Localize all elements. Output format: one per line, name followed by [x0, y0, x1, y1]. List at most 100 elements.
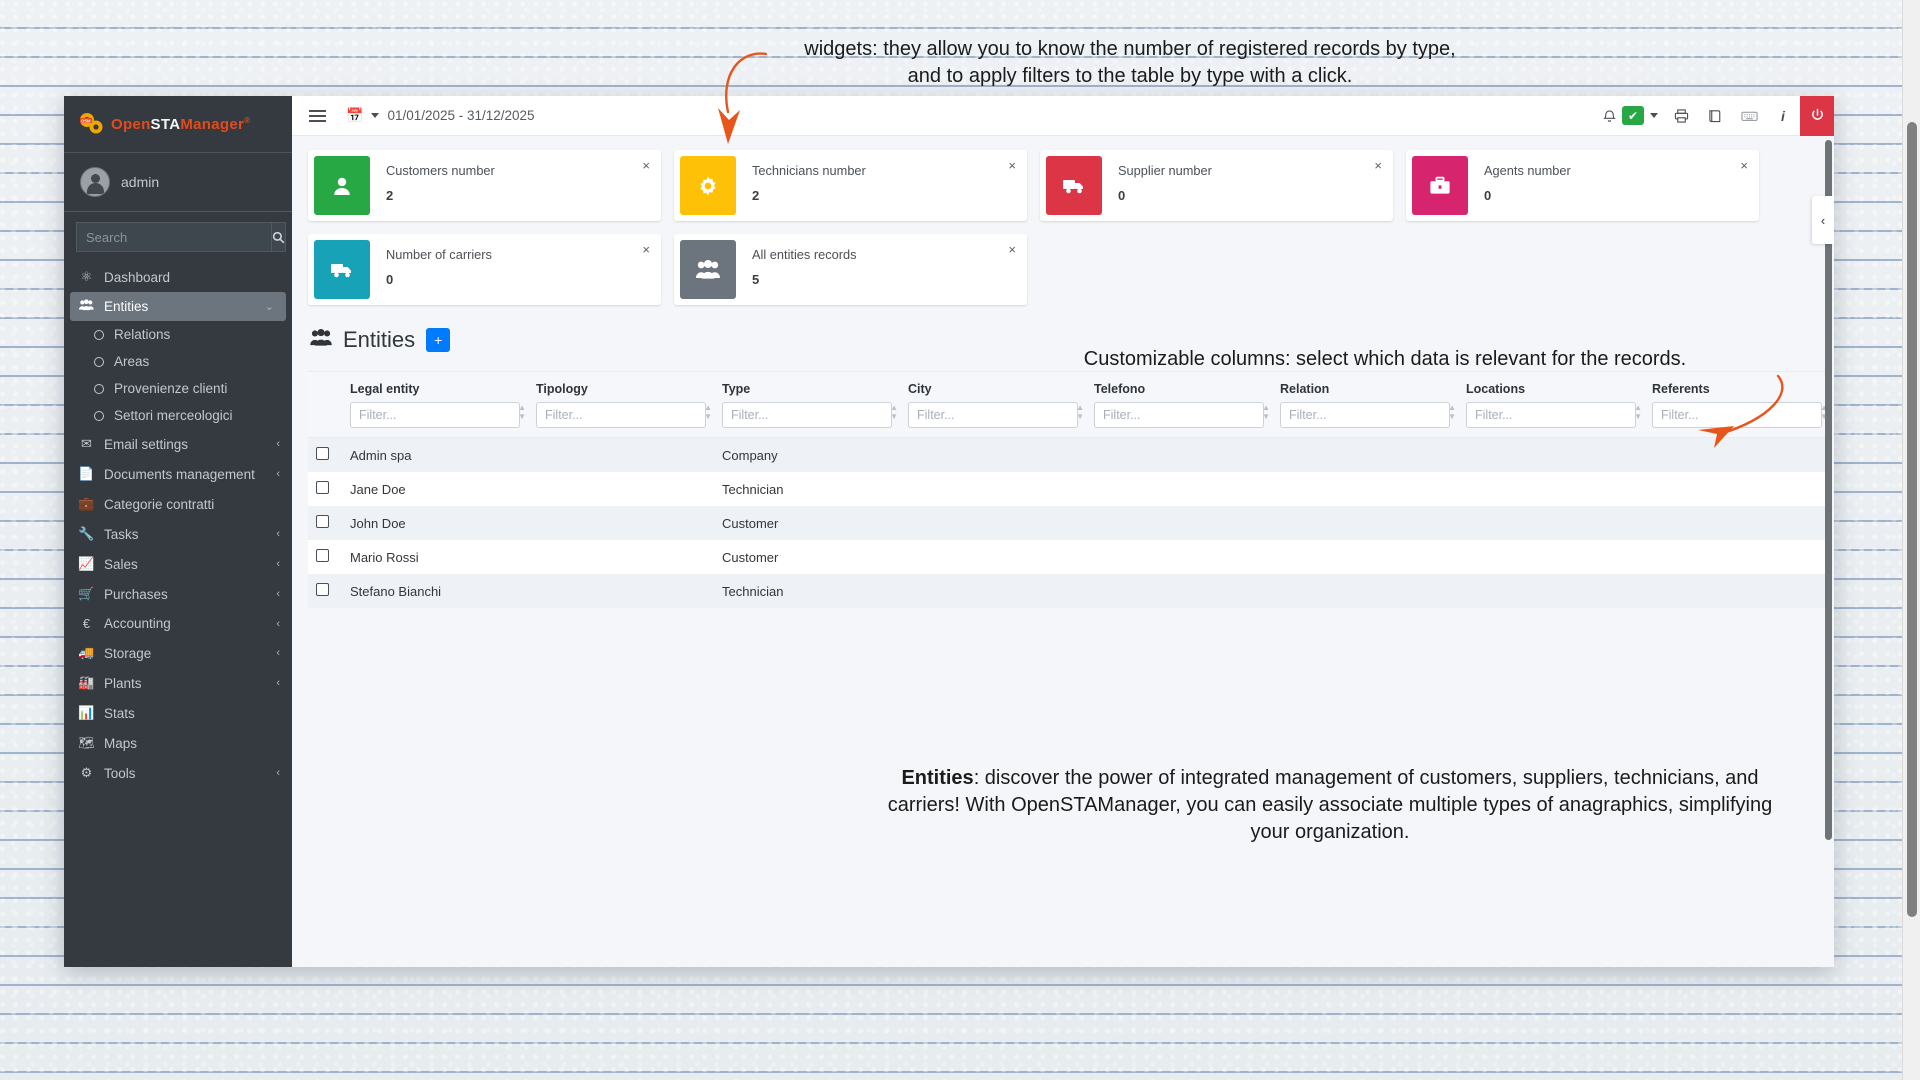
sidebar-item-label: Maps	[104, 735, 138, 751]
openstamanager-gear-logo-icon: OSM	[78, 111, 104, 137]
column-city[interactable]: City ▲▼	[900, 371, 1086, 438]
cell-legal-entity: John Doe	[350, 515, 406, 531]
sidebar-item-settori-merceologici[interactable]: Settori merceologici	[64, 402, 292, 429]
column-tipology[interactable]: Tipology ▲▼	[528, 371, 714, 438]
sidebar-item-plants[interactable]: 🏭 Plants ‹	[64, 668, 292, 698]
column-telefono[interactable]: Telefono ▲▼	[1086, 371, 1272, 438]
add-entity-button[interactable]: +	[426, 328, 451, 352]
sidebar-item-tasks[interactable]: 🔧 Tasks ‹	[64, 519, 292, 549]
scrollbar-thumb[interactable]	[1907, 122, 1917, 917]
filter-input-relation[interactable]	[1280, 402, 1450, 428]
search-icon[interactable]	[271, 222, 286, 252]
sidebar-item-purchases[interactable]: 🛒 Purchases ‹	[64, 579, 292, 609]
date-range-picker[interactable]: 📅 01/01/2025 - 31/12/2025	[346, 107, 535, 124]
sort-icon[interactable]: ▲▼	[1448, 404, 1456, 421]
sidebar-item-dashboard[interactable]: ⚛ Dashboard	[64, 262, 292, 292]
info-icon[interactable]: i	[1766, 96, 1800, 136]
table-row[interactable]: Mario Rossi Customer	[308, 540, 1830, 574]
close-icon[interactable]: ×	[1740, 159, 1748, 172]
filter-input-legal-entity[interactable]	[350, 402, 520, 428]
sidebar-item-areas[interactable]: Areas	[64, 348, 292, 375]
sidebar-item-stats[interactable]: 📊 Stats	[64, 698, 292, 728]
filter-input-telefono[interactable]	[1094, 402, 1264, 428]
browser-scrollbar[interactable]	[1902, 0, 1920, 1080]
sidebar-item-storage[interactable]: 🚚 Storage ‹	[64, 638, 292, 668]
chart-line-icon: 📈	[78, 556, 95, 571]
sidebar-item-maps[interactable]: 🗺 Maps	[64, 728, 292, 758]
close-icon[interactable]: ×	[1008, 159, 1016, 172]
keyboard-icon[interactable]	[1732, 96, 1766, 136]
cell-tipology	[528, 472, 714, 506]
filter-input-city[interactable]	[908, 402, 1078, 428]
column-type[interactable]: Type ▲▼	[714, 371, 900, 438]
circle-icon	[94, 356, 104, 367]
row-checkbox[interactable]	[316, 583, 329, 596]
column-referents[interactable]: Referents ▲▼	[1644, 371, 1830, 438]
close-icon[interactable]: ×	[642, 243, 650, 256]
sort-icon[interactable]: ▲▼	[704, 404, 712, 421]
wrench-icon: 🔧	[78, 526, 95, 541]
sort-icon[interactable]: ▲▼	[890, 404, 898, 421]
filter-input-type[interactable]	[722, 402, 892, 428]
annotation-columns: Customizable columns: select which data …	[1083, 348, 1687, 370]
cell-city	[900, 438, 1086, 473]
power-icon[interactable]	[1800, 96, 1834, 136]
brand-logo-row[interactable]: OSM OpenSTAManager®	[64, 96, 292, 153]
panel-collapse-toggle[interactable]: ‹	[1812, 196, 1834, 244]
widget-number-of-carriers[interactable]: Number of carriers 0 ×	[308, 234, 661, 305]
table-row[interactable]: Jane Doe Technician	[308, 472, 1830, 506]
sidebar-user-row[interactable]: admin	[64, 153, 292, 212]
widget-title: Number of carriers	[386, 247, 492, 262]
sidebar-item-accounting[interactable]: € Accounting ‹	[64, 609, 292, 638]
cell-tipology	[528, 574, 714, 608]
row-checkbox[interactable]	[316, 447, 329, 460]
close-icon[interactable]: ×	[642, 159, 650, 172]
bell-icon[interactable]	[1592, 96, 1626, 136]
row-checkbox[interactable]	[316, 549, 329, 562]
printer-icon[interactable]	[1664, 96, 1698, 136]
widget-supplier-number[interactable]: Supplier number 0 ×	[1040, 150, 1393, 221]
user-icon	[314, 156, 370, 215]
sidebar-item-provenienze-clienti[interactable]: Provenienze clienti	[64, 375, 292, 402]
table-row[interactable]: Stefano Bianchi Technician	[308, 574, 1830, 608]
filter-input-tipology[interactable]	[536, 402, 706, 428]
sidebar-item-tools[interactable]: ⚙ Tools ‹	[64, 758, 292, 788]
sort-icon[interactable]: ▲▼	[1076, 404, 1084, 421]
table-row[interactable]: Admin spa Company	[308, 437, 1830, 473]
widget-customers-number[interactable]: Customers number 2 ×	[308, 150, 661, 221]
sort-icon[interactable]: ▲▼	[1634, 404, 1642, 421]
book-icon[interactable]	[1698, 96, 1732, 136]
row-checkbox[interactable]	[316, 481, 329, 494]
widget-technicians-number[interactable]: Technicians number 2 ×	[674, 150, 1027, 221]
content-scrollbar[interactable]	[1825, 140, 1832, 900]
close-icon[interactable]: ×	[1374, 159, 1382, 172]
sidebar-item-email-settings[interactable]: ✉ Email settings ‹	[64, 429, 292, 459]
column-relation[interactable]: Relation ▲▼	[1272, 371, 1458, 438]
table-row[interactable]: John Doe Customer	[308, 506, 1830, 540]
scrollbar-thumb[interactable]	[1825, 140, 1832, 840]
filter-input-referents[interactable]	[1652, 402, 1822, 428]
sidebar-item-relations[interactable]: Relations	[64, 321, 292, 348]
sidebar-item-entities[interactable]: Entities ⌄	[70, 292, 286, 321]
sidebar-item-categorie-contratti[interactable]: 💼 Categorie contratti	[64, 489, 292, 519]
dashboard-icon: ⚛	[80, 269, 93, 284]
row-checkbox[interactable]	[316, 515, 329, 528]
check-badge[interactable]: ✔	[1622, 106, 1644, 125]
column-locations[interactable]: Locations ▲▼	[1458, 371, 1644, 438]
sidebar-item-sales[interactable]: 📈 Sales ‹	[64, 549, 292, 579]
gear-icon	[680, 156, 736, 215]
sidebar-item-label: Purchases	[104, 586, 168, 602]
widget-agents-number[interactable]: Agents number 0 ×	[1406, 150, 1759, 221]
sort-icon[interactable]: ▲▼	[518, 404, 526, 421]
chevron-down-icon[interactable]	[1644, 96, 1664, 136]
column-legal-entity[interactable]: Legal entity ▲▼	[342, 371, 528, 438]
sidebar-item-documents-management[interactable]: 📄 Documents management ‹	[64, 459, 292, 489]
close-icon[interactable]: ×	[1008, 243, 1016, 256]
filter-input-locations[interactable]	[1466, 402, 1636, 428]
hamburger-icon[interactable]	[300, 99, 334, 133]
sidebar-item-label: Documents management	[104, 466, 255, 482]
factory-icon: 🏭	[78, 675, 95, 690]
sort-icon[interactable]: ▲▼	[1262, 404, 1270, 421]
search-input[interactable]	[76, 222, 271, 252]
widget-all-entities-records[interactable]: All entities records 5 ×	[674, 234, 1027, 305]
